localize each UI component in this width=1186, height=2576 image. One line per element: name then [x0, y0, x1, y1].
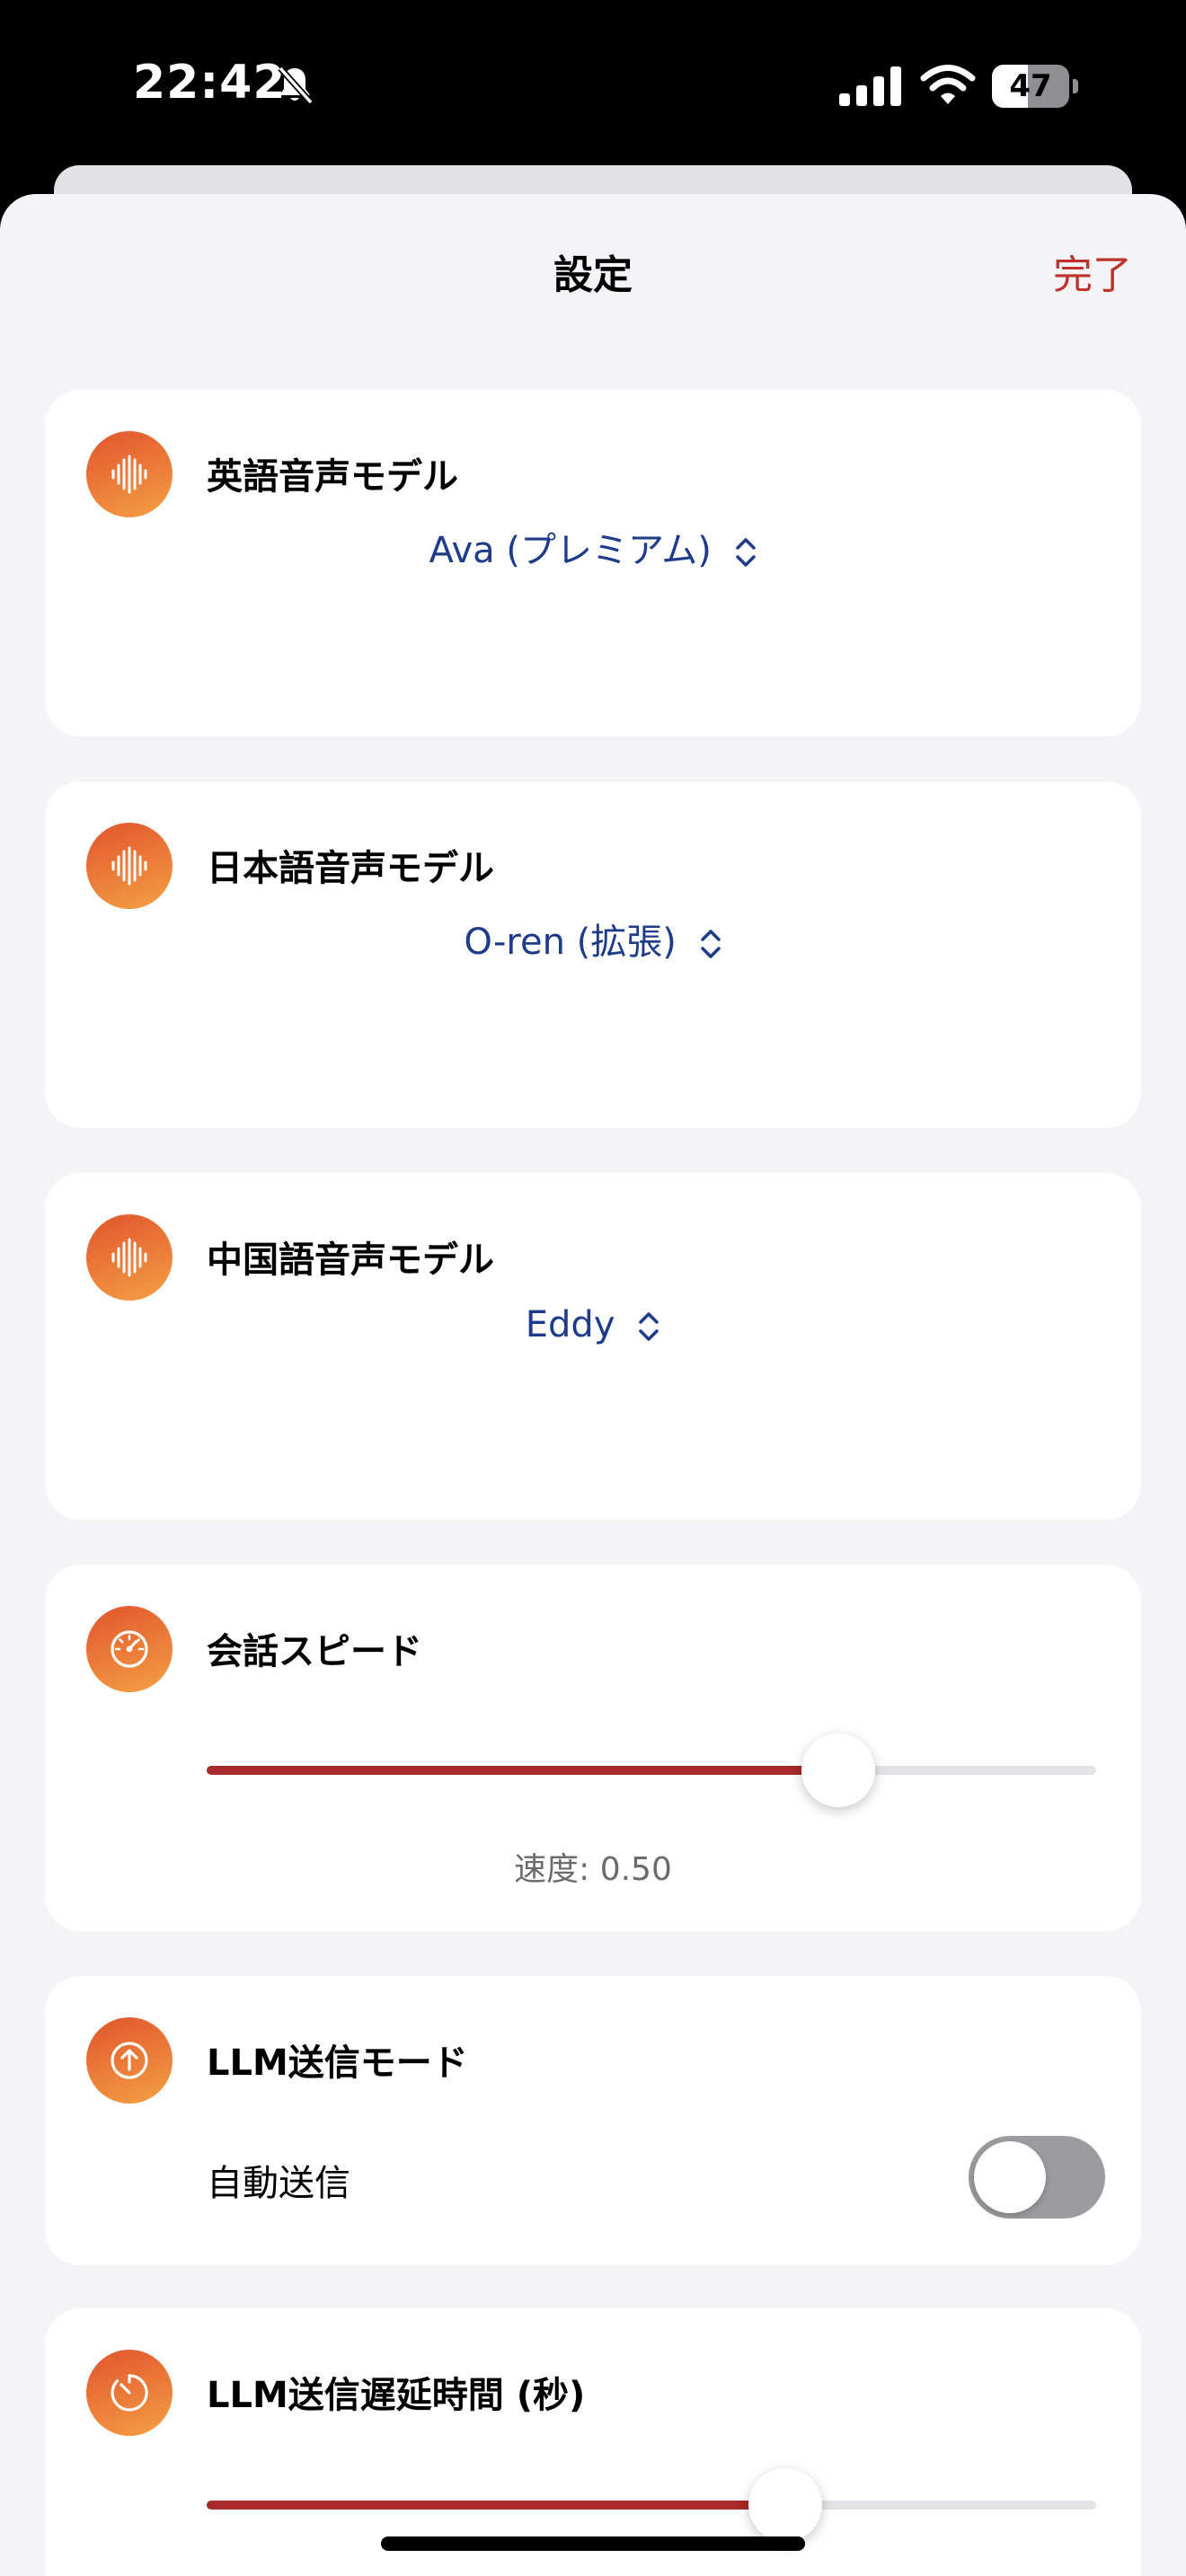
chinese-voice-title: 中国語音声モデル [207, 1239, 494, 1281]
wifi-icon [920, 65, 976, 104]
page-title: 設定 [553, 252, 633, 298]
status-time: 22:42 [133, 56, 287, 110]
timer-icon [86, 2350, 173, 2436]
speed-slider-thumb[interactable] [801, 1734, 875, 1807]
chevron-up-down-icon [700, 930, 721, 958]
english-voice-card: 英語音声モデル Ava (プレミアム) [45, 390, 1141, 737]
japanese-voice-value: O-ren (拡張) [464, 922, 677, 963]
battery-percent: 47 [1009, 68, 1052, 104]
japanese-voice-title: 日本語音声モデル [207, 848, 494, 889]
llm-delay-slider[interactable] [207, 2468, 1096, 2542]
llm-mode-card: LLM送信モード 自動送信 [45, 1976, 1141, 2265]
toggle-knob [974, 2141, 1046, 2213]
bell-slash-icon [278, 66, 314, 105]
llm-delay-title: LLM送信遅延時間 (秒) [207, 2375, 586, 2416]
llm-mode-title: LLM送信モード [207, 2042, 468, 2084]
done-button[interactable]: 完了 [1053, 243, 1132, 300]
waveform-icon [86, 823, 173, 909]
waveform-icon [86, 1214, 173, 1301]
llm-delay-slider-thumb[interactable] [748, 2468, 822, 2542]
settings-sheet: 設定 完了 英語音声モデル Ava (プレミアム) 日本語音声モデル O-ren… [0, 194, 1186, 2576]
english-voice-picker[interactable]: Ava (プレミアム) [45, 521, 1141, 573]
japanese-voice-card: 日本語音声モデル O-ren (拡張) [45, 781, 1141, 1128]
cellular-signal-icon [839, 66, 901, 106]
speedometer-icon [86, 1606, 173, 1692]
speed-card: 会話スピード 速度: 0.50 [45, 1565, 1141, 1931]
speed-slider-fill [207, 1766, 838, 1775]
chevron-up-down-icon [735, 538, 756, 567]
status-bar: 22:42 47 [0, 0, 1186, 180]
japanese-voice-picker[interactable]: O-ren (拡張) [45, 913, 1141, 965]
battery-cap [1073, 79, 1078, 93]
waveform-icon [86, 431, 173, 517]
home-indicator [381, 2536, 805, 2551]
chinese-voice-value: Eddy [525, 1304, 615, 1345]
battery-body: 47 [992, 65, 1069, 108]
battery-icon: 47 [992, 65, 1078, 108]
auto-send-toggle[interactable] [969, 2136, 1105, 2219]
arrow-up-circle-icon [86, 2017, 173, 2104]
speed-slider[interactable] [207, 1734, 1096, 1807]
chinese-voice-card: 中国語音声モデル Eddy [45, 1173, 1141, 1520]
speed-value: 速度: 0.50 [514, 1851, 672, 1888]
speed-title: 会話スピード [207, 1631, 422, 1672]
llm-delay-slider-fill [207, 2501, 785, 2510]
english-voice-value: Ava (プレミアム) [429, 530, 712, 571]
chevron-up-down-icon [639, 1312, 659, 1341]
chinese-voice-picker[interactable]: Eddy [45, 1304, 1141, 1345]
english-voice-title: 英語音声モデル [207, 456, 458, 498]
auto-send-label: 自動送信 [207, 2163, 350, 2204]
